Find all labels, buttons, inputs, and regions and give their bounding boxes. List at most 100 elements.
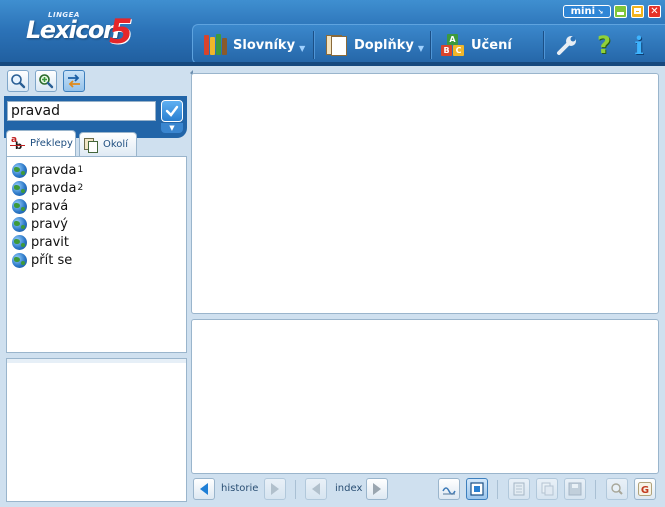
entry-view-panel	[191, 73, 659, 314]
history-label: historie	[221, 483, 259, 494]
copy-icon	[541, 482, 554, 496]
result-word: pravda	[31, 162, 77, 178]
arrow-right-icon	[373, 483, 381, 495]
menu-uceni[interactable]: A B C Učení	[441, 33, 512, 57]
toolbar-separator	[497, 480, 498, 499]
index-forward-button[interactable]	[366, 478, 388, 500]
close-icon: ✕	[650, 6, 659, 17]
logo-name: Lexicon	[26, 16, 120, 44]
mini-mode-label: mini	[570, 6, 596, 17]
notebook-button[interactable]	[508, 478, 530, 500]
list-item[interactable]: přít se	[7, 251, 186, 269]
expand-view-icon	[470, 482, 484, 496]
toolbar-separator	[595, 480, 596, 499]
spellcheck-icon: a b	[10, 135, 26, 152]
globe-icon	[12, 198, 27, 214]
close-button[interactable]: ✕	[648, 5, 661, 18]
help-icon: ?	[597, 31, 611, 59]
main-menu-bar: Slovníky ▼ Doplňky ▼ A B C Učení ? i	[192, 24, 665, 64]
navigation-bar: historie index G	[191, 477, 661, 503]
copy-button[interactable]	[536, 478, 558, 500]
magnifier-icon	[11, 74, 26, 89]
history-forward-button[interactable]	[264, 478, 286, 500]
search-dropdown-button[interactable]: ▼	[161, 123, 183, 133]
secondary-view-panel	[191, 319, 659, 474]
notebook-icon	[513, 482, 525, 496]
tab-okoli[interactable]: Okolí	[79, 132, 137, 156]
list-item[interactable]: pravý	[7, 215, 186, 233]
wrench-icon	[557, 36, 576, 55]
maximize-icon	[634, 8, 641, 14]
fullscreen-entry-button[interactable]	[466, 478, 488, 500]
arrow-left-icon	[312, 483, 320, 495]
chevron-down-icon: ▼	[417, 43, 425, 53]
find-icon	[611, 483, 623, 495]
google-icon: G	[638, 482, 652, 496]
menu-uceni-label: Učení	[471, 37, 512, 53]
pronunciation-button[interactable]	[438, 478, 460, 500]
svg-text:G: G	[641, 485, 649, 496]
tab-preklepy[interactable]: a b Překlepy	[6, 130, 76, 156]
menu-slovniky[interactable]: Slovníky ▼	[203, 33, 305, 57]
globe-icon	[12, 162, 27, 178]
arrow-right-icon	[271, 483, 279, 495]
zoom-in-button[interactable]	[35, 70, 57, 92]
checkmark-icon	[165, 105, 179, 117]
settings-button[interactable]	[553, 31, 581, 59]
google-search-button[interactable]: G	[634, 478, 656, 500]
list-item[interactable]: pravá	[7, 197, 186, 215]
search-input[interactable]	[7, 101, 156, 121]
menu-doplnky-label: Doplňky	[354, 37, 414, 53]
neighbors-icon	[83, 137, 99, 153]
menu-separator	[543, 31, 544, 59]
swap-arrows-icon	[68, 74, 80, 88]
result-word: pravda	[31, 180, 77, 196]
app-logo: LINGEA Lexicon 5	[26, 10, 136, 55]
detail-preview-box	[6, 358, 187, 502]
maximize-button[interactable]	[631, 5, 644, 18]
chevron-down-icon: ▼	[299, 43, 306, 53]
search-button[interactable]	[7, 70, 29, 92]
result-word: přít se	[31, 252, 73, 268]
info-button[interactable]: i	[625, 30, 653, 60]
abc-blocks-icon: A B C	[441, 34, 465, 56]
minimize-icon	[617, 12, 624, 15]
document-icon	[324, 34, 348, 56]
index-back-button[interactable]	[305, 478, 327, 500]
globe-icon	[12, 252, 27, 268]
search-in-text-button[interactable]	[606, 478, 628, 500]
result-word: pravá	[31, 198, 69, 214]
history-back-button[interactable]	[193, 478, 215, 500]
books-icon	[203, 34, 227, 56]
swap-direction-button[interactable]	[63, 70, 85, 92]
app-header: LINGEA Lexicon 5 mini ↘ ✕ Slovníky ▼ Dop…	[0, 0, 665, 66]
speaker-wave-icon	[442, 487, 456, 495]
result-word: pravit	[31, 234, 69, 250]
info-icon: i	[634, 30, 644, 60]
minimize-button[interactable]	[614, 5, 627, 18]
index-label: index	[335, 483, 363, 494]
globe-icon	[12, 234, 27, 250]
arrow-left-icon	[200, 483, 208, 495]
globe-icon	[12, 216, 27, 232]
search-confirm-button[interactable]	[161, 100, 183, 122]
chevron-down-icon: ▼	[169, 124, 175, 132]
menu-doplnky[interactable]: Doplňky ▼	[324, 33, 424, 57]
menu-slovniky-label: Slovníky	[233, 37, 296, 53]
logo-version: 5	[109, 12, 133, 52]
list-item[interactable]: pravda 2	[7, 179, 186, 197]
results-list: pravda 1 pravda 2 pravá pravý pravit přít …	[6, 156, 187, 353]
toolbar-separator	[295, 480, 296, 499]
mini-mode-button[interactable]: mini ↘	[563, 5, 611, 18]
help-button[interactable]: ?	[590, 31, 618, 59]
floppy-icon	[568, 482, 582, 496]
save-button[interactable]	[564, 478, 586, 500]
menu-separator	[430, 31, 431, 59]
menu-separator	[313, 31, 314, 59]
globe-icon	[12, 180, 27, 196]
list-item[interactable]: pravda 1	[7, 161, 186, 179]
tab-okoli-label: Okolí	[103, 139, 128, 150]
tab-preklepy-label: Překlepy	[30, 138, 73, 149]
zoom-in-icon	[39, 74, 54, 89]
list-item[interactable]: pravit	[7, 233, 186, 251]
